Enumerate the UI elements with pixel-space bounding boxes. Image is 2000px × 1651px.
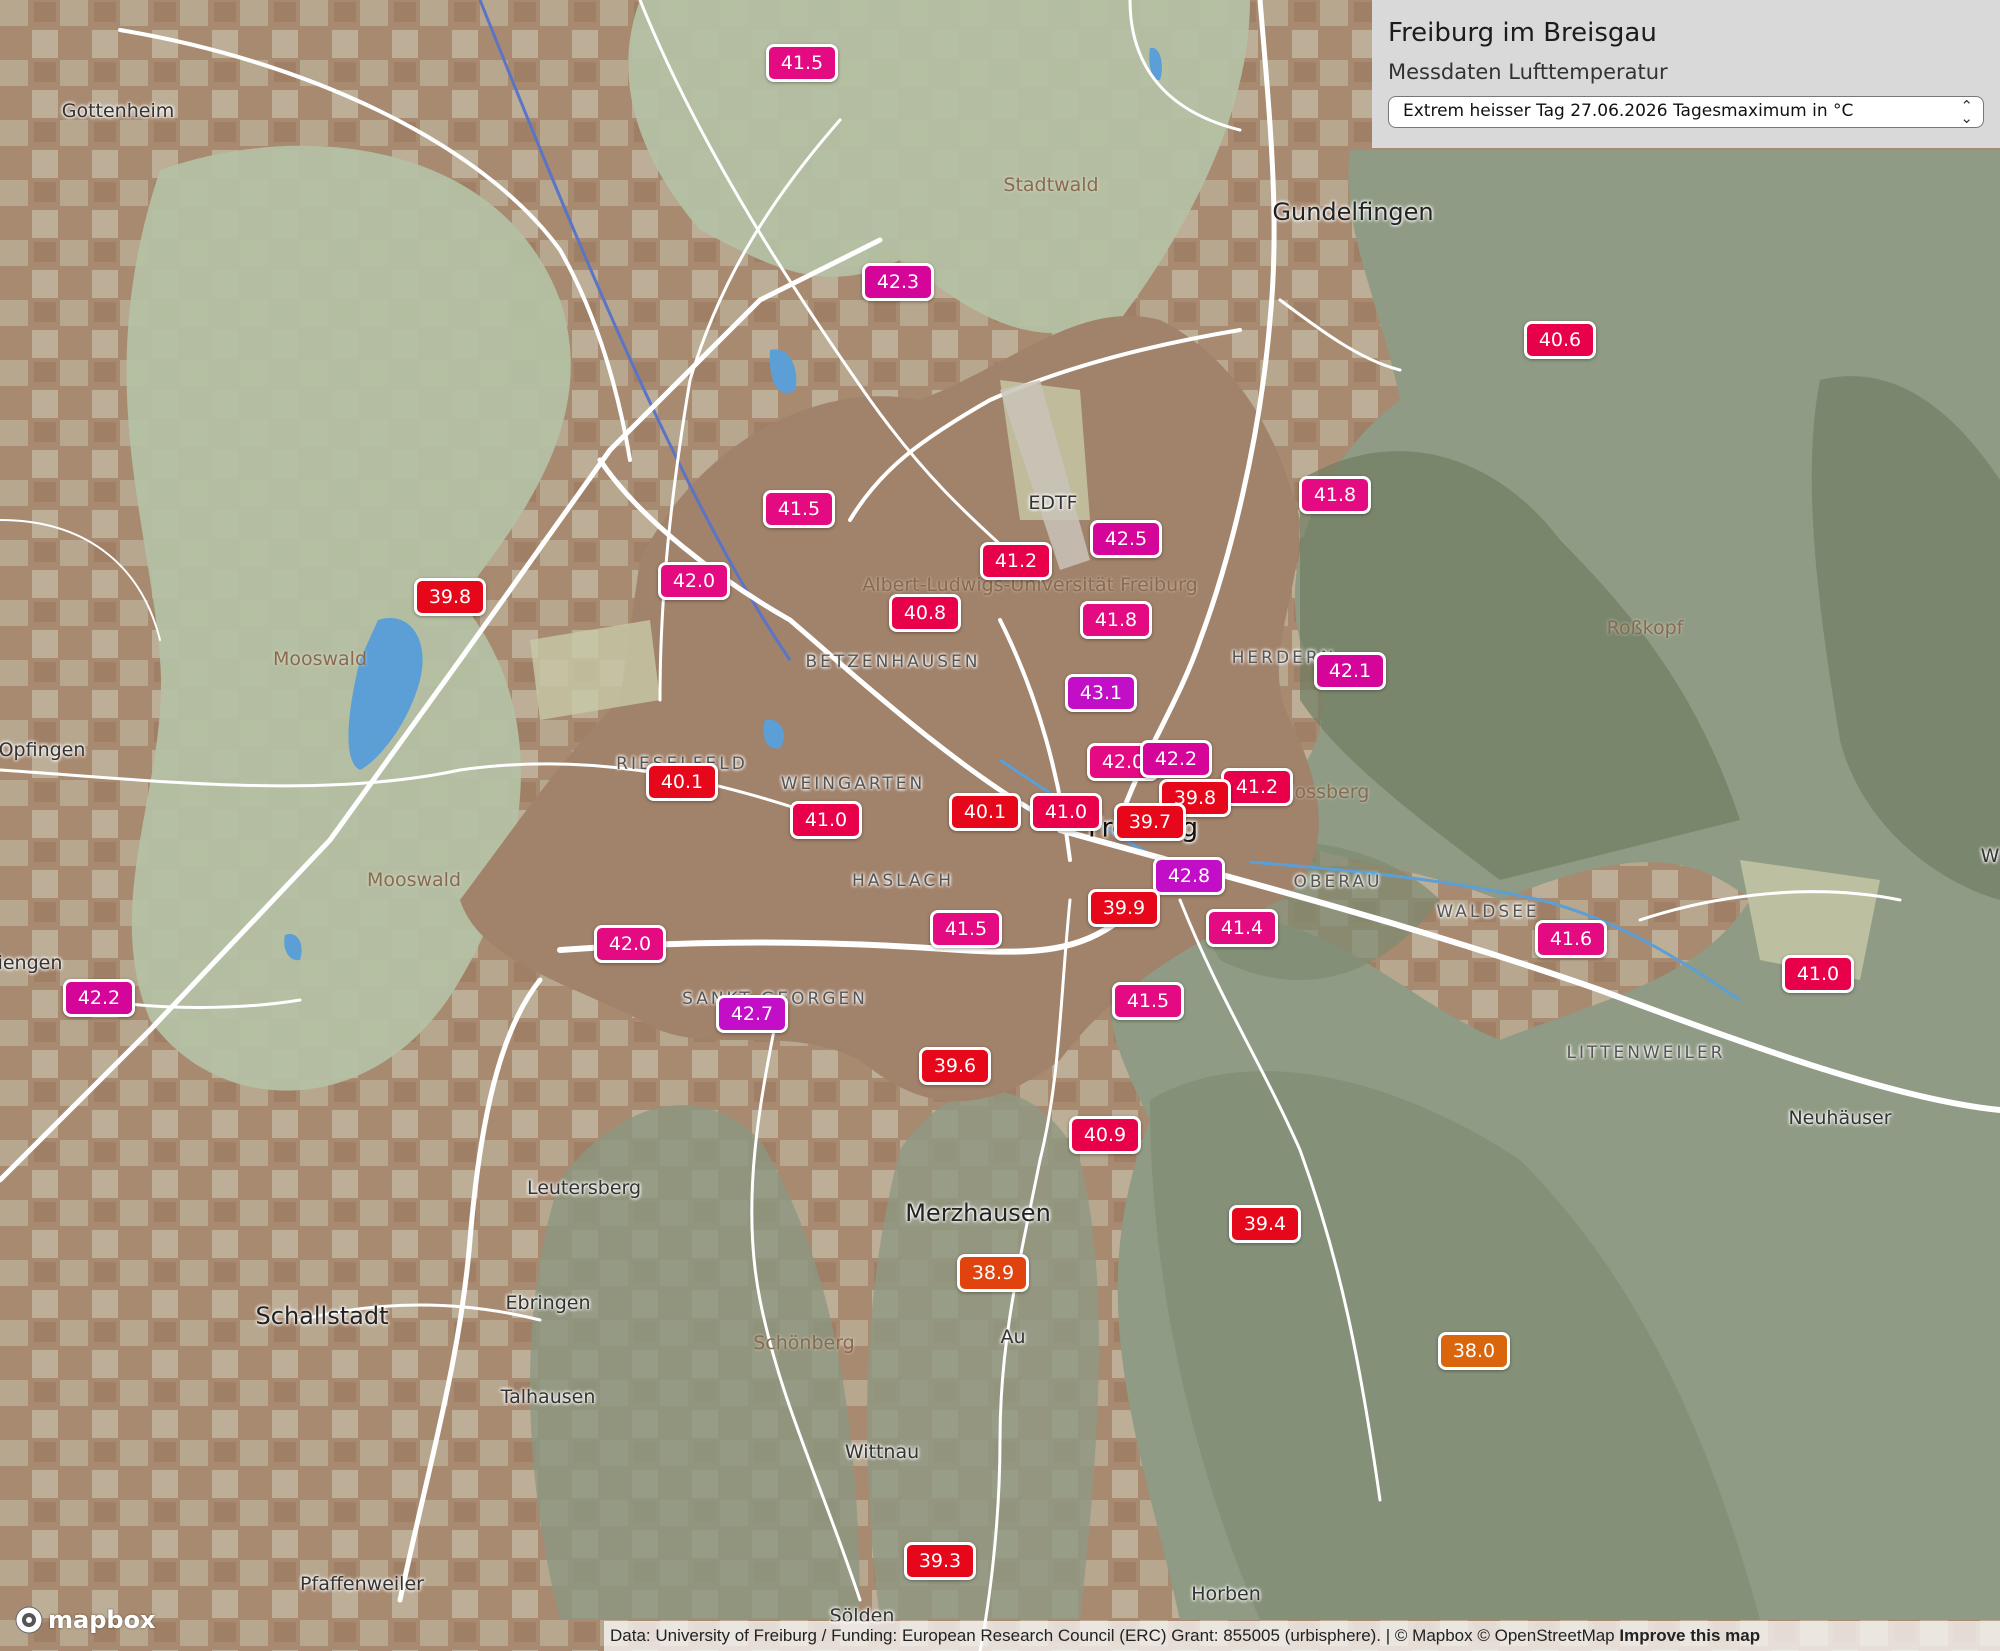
temperature-marker[interactable]: 40.6 [1524,321,1596,359]
mapbox-logo[interactable]: mapbox [14,1604,156,1636]
temperature-marker[interactable]: 41.2 [980,542,1052,580]
temperature-marker[interactable]: 41.5 [1112,982,1184,1020]
temperature-marker[interactable]: 39.3 [904,1542,976,1580]
temperature-marker[interactable]: 40.1 [949,793,1021,831]
temperature-marker[interactable]: 42.3 [862,263,934,301]
attribution-separator: | [1381,1626,1395,1645]
temperature-marker[interactable]: 41.8 [1299,476,1371,514]
temperature-marker[interactable]: 39.8 [414,578,486,616]
temperature-marker[interactable]: 39.7 [1114,803,1186,841]
temperature-marker[interactable]: 41.0 [1782,955,1854,993]
attribution-osm-link[interactable]: © OpenStreetMap [1477,1626,1614,1645]
temperature-marker[interactable]: 41.5 [766,44,838,82]
temperature-marker[interactable]: 42.2 [1140,740,1212,778]
panel-subtitle: Messdaten Lufttemperatur [1388,60,1668,84]
attribution-data: Data: University of Freiburg / Funding: … [610,1626,1382,1645]
temperature-marker[interactable]: 39.6 [919,1047,991,1085]
temperature-marker[interactable]: 41.2 [1221,768,1293,806]
info-panel: Freiburg im Breisgau Messdaten Lufttempe… [1372,0,2000,148]
temperature-marker[interactable]: 42.1 [1314,652,1386,690]
attribution-bar: Data: University of Freiburg / Funding: … [604,1621,2000,1651]
temperature-marker[interactable]: 43.1 [1065,674,1137,712]
improve-map-link[interactable]: Improve this map [1619,1626,1760,1645]
temperature-marker[interactable]: 41.6 [1535,920,1607,958]
chevron-updown-icon: ⌃ ⌄ [1960,97,1973,127]
mapbox-icon [15,1606,43,1634]
attribution-mapbox-link[interactable]: © Mapbox [1395,1626,1473,1645]
temperature-marker[interactable]: 42.2 [63,979,135,1017]
temperature-marker[interactable]: 41.5 [930,910,1002,948]
temperature-marker[interactable]: 39.4 [1229,1205,1301,1243]
temperature-marker[interactable]: 39.9 [1088,889,1160,927]
temperature-marker[interactable]: 41.5 [763,490,835,528]
temperature-marker[interactable]: 42.0 [658,562,730,600]
panel-title: Freiburg im Breisgau [1388,18,1657,48]
temperature-marker[interactable]: 42.5 [1090,520,1162,558]
temperature-marker[interactable]: 40.9 [1069,1116,1141,1154]
temperature-marker[interactable]: 41.8 [1080,601,1152,639]
temperature-marker[interactable]: 40.1 [646,763,718,801]
temperature-marker[interactable]: 42.8 [1153,857,1225,895]
dataset-select[interactable]: Extrem heisser Tag 27.06.2026 Tagesmaxim… [1388,96,1984,128]
temperature-marker[interactable]: 38.9 [957,1254,1029,1292]
temperature-marker[interactable]: 41.0 [1030,793,1102,831]
temperature-marker[interactable]: 41.4 [1206,909,1278,947]
temperature-marker[interactable]: 38.0 [1438,1332,1510,1370]
mapbox-logo-text: mapbox [48,1606,156,1634]
temperature-marker[interactable]: 42.0 [594,925,666,963]
dataset-select-value: Extrem heisser Tag 27.06.2026 Tagesmaxim… [1403,101,1854,121]
temperature-marker[interactable]: 41.0 [790,801,862,839]
temperature-marker[interactable]: 40.8 [889,594,961,632]
temperature-marker[interactable]: 42.7 [716,995,788,1033]
